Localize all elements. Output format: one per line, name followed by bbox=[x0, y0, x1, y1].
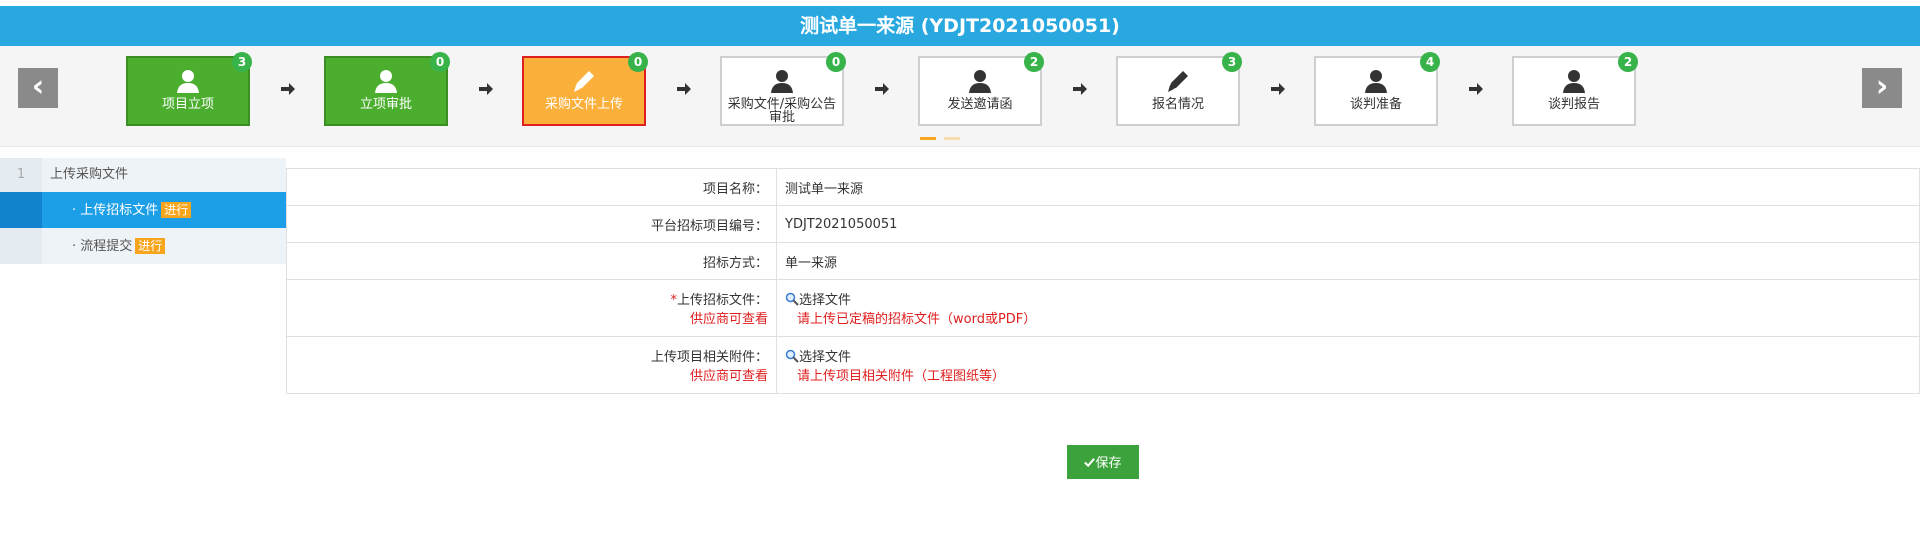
field-label: 招标方式： bbox=[286, 242, 777, 280]
choose-file-button[interactable]: 选择文件 bbox=[785, 289, 851, 308]
step-registration-status[interactable]: 报名情况 3 bbox=[1116, 52, 1242, 126]
step-project-initiation[interactable]: 项目立项 3 bbox=[126, 52, 252, 126]
step-doc-announcement-approval[interactable]: 采购文件/采购公告审批 0 bbox=[720, 52, 846, 126]
pencil-icon bbox=[1168, 71, 1188, 92]
step-label: 报名情况 bbox=[1151, 97, 1204, 112]
save-button[interactable]: 保存 bbox=[1067, 445, 1139, 479]
choose-file-label: 选择文件 bbox=[799, 293, 852, 308]
form-row-bid-method: 招标方式： 单一来源 bbox=[286, 242, 1920, 280]
field-label-cell: 上传项目相关附件： 供应商可查看 bbox=[286, 336, 777, 394]
form-row-upload-tender: *上传招标文件： 供应商可查看 选择文件 请上传已定稿的招标文件（word或PD… bbox=[286, 279, 1920, 337]
sidebar-item-text: · 上传招标文件 进行 bbox=[72, 192, 192, 229]
step-procurement-doc-upload[interactable]: 采购文件上传 0 bbox=[522, 52, 648, 126]
field-label: 项目名称： bbox=[286, 168, 777, 206]
upload-line: 选择文件 bbox=[785, 289, 1911, 308]
step-count-badge: 2 bbox=[1024, 52, 1044, 72]
arrow-right-icon bbox=[1073, 83, 1087, 95]
sidebar-section-header: 1 上传采购文件 bbox=[0, 158, 286, 192]
arrow-right-icon bbox=[1469, 83, 1483, 95]
bid-method-value: 单一来源 bbox=[776, 242, 1920, 280]
step-label: 采购文件上传 bbox=[544, 97, 623, 112]
supplier-visible-note: 供应商可查看 bbox=[689, 312, 768, 327]
save-label: 保存 bbox=[1095, 455, 1122, 470]
sidebar-item-upload-tender-doc[interactable]: · 上传招标文件 进行 bbox=[0, 192, 286, 228]
arrow-right-icon bbox=[1271, 83, 1285, 95]
magnifier-icon bbox=[785, 292, 799, 306]
upload-cell: 选择文件 请上传已定稿的招标文件（word或PDF） bbox=[776, 279, 1920, 337]
field-label: 上传项目相关附件： bbox=[650, 350, 768, 365]
chevron-left-icon: ‹ bbox=[31, 69, 45, 104]
prev-steps-button[interactable]: ‹ bbox=[18, 68, 58, 108]
field-label-line: *上传招标文件： bbox=[295, 289, 768, 308]
sidebar-item-process-submit[interactable]: · 流程提交 进行 bbox=[0, 228, 286, 264]
step-negotiation-prep[interactable]: 谈判准备 4 bbox=[1314, 52, 1440, 126]
magnifier-icon bbox=[785, 349, 799, 363]
step-negotiation-report[interactable]: 谈判报告 2 bbox=[1512, 52, 1638, 126]
form-row-project-name: 项目名称： 测试单一来源 bbox=[286, 168, 1920, 206]
arrow-right-icon bbox=[875, 83, 889, 95]
upload-hint: 请上传项目相关附件（工程图纸等） bbox=[797, 369, 1006, 384]
step-count-badge: 3 bbox=[1222, 52, 1242, 72]
pager-dot[interactable] bbox=[944, 137, 960, 140]
status-badge: 进行 bbox=[135, 238, 166, 254]
step-label: 谈判报告 bbox=[1547, 97, 1600, 112]
workflow-steps-bar: ‹ › 项目立项 3 立项审批 0 采购文件上传 0 采购文件/采购公告审批 0… bbox=[0, 46, 1920, 147]
section-number: 1 bbox=[0, 158, 42, 192]
arrow-right-icon bbox=[677, 83, 691, 95]
supplier-visible-note: 供应商可查看 bbox=[689, 369, 768, 384]
sidebar-item-strip bbox=[0, 228, 42, 264]
user-icon bbox=[969, 70, 991, 93]
form-row-project-code: 平台招标项目编号： YDJT2021050051 bbox=[286, 205, 1920, 243]
step-initiation-approval[interactable]: 立项审批 0 bbox=[324, 52, 450, 126]
project-name-value: 测试单一来源 bbox=[776, 168, 1920, 206]
sidebar-item-strip bbox=[0, 192, 42, 228]
project-code-value: YDJT2021050051 bbox=[776, 205, 1920, 243]
step-label: 项目立项 bbox=[161, 97, 214, 112]
status-badge: 进行 bbox=[161, 202, 192, 218]
step-send-invitation[interactable]: 发送邀请函 2 bbox=[918, 52, 1044, 126]
upload-cell: 选择文件 请上传项目相关附件（工程图纸等） bbox=[776, 336, 1920, 394]
sidebar-item-label: · 流程提交 bbox=[72, 239, 133, 254]
step-count-badge: 0 bbox=[430, 52, 450, 72]
step-label: 谈判准备 bbox=[1349, 97, 1402, 112]
form-row-upload-attachments: 上传项目相关附件： 供应商可查看 选择文件 请上传项目相关附件（工程图纸等） bbox=[286, 336, 1920, 394]
step-label: 立项审批 bbox=[359, 97, 412, 112]
user-icon bbox=[1563, 70, 1585, 93]
page-title: 测试单一来源 (YDJT2021050051) bbox=[0, 6, 1920, 46]
pager-dot-active[interactable] bbox=[920, 137, 936, 140]
sidebar-item-text: · 流程提交 进行 bbox=[72, 228, 166, 265]
field-label: 上传招标文件： bbox=[676, 293, 768, 308]
user-icon bbox=[1365, 70, 1387, 93]
field-label: 平台招标项目编号： bbox=[286, 205, 777, 243]
project-form: 项目名称： 测试单一来源 平台招标项目编号： YDJT2021050051 招标… bbox=[286, 168, 1920, 394]
next-steps-button[interactable]: › bbox=[1862, 68, 1902, 108]
upload-hint: 请上传已定稿的招标文件（word或PDF） bbox=[797, 312, 1037, 327]
sidebar: 1 上传采购文件 · 上传招标文件 进行 · 流程提交 进行 bbox=[0, 158, 286, 264]
user-icon bbox=[771, 70, 793, 93]
section-title: 上传采购文件 bbox=[50, 167, 129, 182]
sidebar-item-label: · 上传招标文件 bbox=[72, 203, 159, 218]
chevron-right-icon: › bbox=[1875, 69, 1889, 104]
field-label-line: 上传项目相关附件： bbox=[295, 346, 768, 365]
step-count-badge: 0 bbox=[826, 52, 846, 72]
field-label-cell: *上传招标文件： 供应商可查看 bbox=[286, 279, 777, 337]
user-icon bbox=[375, 70, 397, 93]
choose-file-label: 选择文件 bbox=[799, 350, 852, 365]
step-count-badge: 4 bbox=[1420, 52, 1440, 72]
step-count-badge: 2 bbox=[1618, 52, 1638, 72]
upload-line: 选择文件 bbox=[785, 346, 1911, 365]
user-icon bbox=[177, 70, 199, 93]
pencil-icon bbox=[574, 71, 594, 92]
arrow-right-icon bbox=[281, 83, 295, 95]
step-count-badge: 0 bbox=[628, 52, 648, 72]
check-icon bbox=[1084, 458, 1096, 468]
choose-file-button[interactable]: 选择文件 bbox=[785, 346, 851, 365]
arrow-right-icon bbox=[479, 83, 493, 95]
step-label: 发送邀请函 bbox=[947, 97, 1013, 112]
step-count-badge: 3 bbox=[232, 52, 252, 72]
step-label: 采购文件/采购公告审批 bbox=[727, 97, 837, 125]
